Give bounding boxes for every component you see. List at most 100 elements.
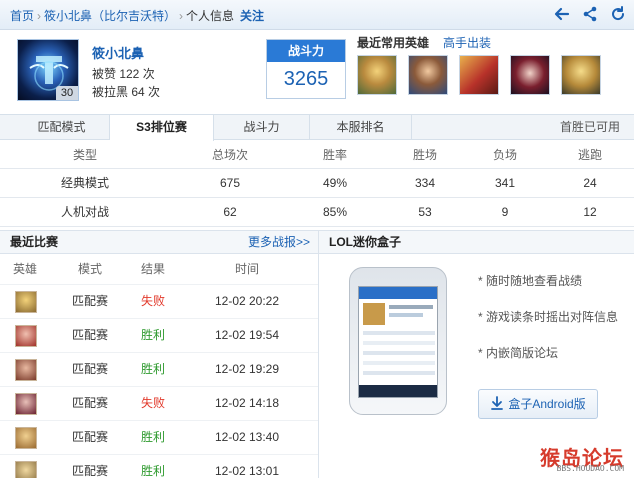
stats-cell: 675 [219, 176, 241, 190]
hero-icon [15, 393, 37, 415]
hero-portrait-5[interactable] [561, 55, 601, 95]
match-row[interactable]: 匹配赛 胜利 12-02 13:01 [0, 454, 318, 478]
match-result: 胜利 [140, 430, 165, 444]
stats-cell: 85% [322, 205, 348, 219]
match-time: 12-02 13:40 [214, 430, 280, 444]
stats-row: 人机对战 62 85% 53 9 12 [0, 198, 634, 227]
match-time: 12-02 13:01 [214, 464, 280, 478]
stats-cell: 53 [418, 205, 432, 219]
tab-power[interactable]: 战斗力 [214, 115, 310, 140]
match-result: 胜利 [140, 464, 165, 478]
match-mode: 匹配赛 [71, 396, 108, 410]
avatar: 30 [17, 39, 79, 101]
stats-table: 类型 总场次 胜率 胜场 负场 逃跑 经典模式 675 49% 334 341 … [0, 141, 634, 227]
phone-screen [358, 286, 438, 398]
tab-match-mode[interactable]: 匹配模式 [14, 115, 110, 140]
stats-cell: 334 [414, 176, 436, 190]
watermark-url: BBS.HOUDAO.COM [556, 464, 624, 473]
stats-cell: 341 [494, 176, 516, 190]
match-mode: 匹配赛 [71, 328, 108, 342]
minibox-feature: * 内嵌简版论坛 [478, 346, 559, 360]
stats-cell: 人机对战 [60, 205, 109, 219]
site-watermark: 猴岛论坛 BBS.HOUDAO.COM [512, 440, 630, 474]
match-result: 胜利 [140, 362, 165, 376]
hero-icon [15, 427, 37, 449]
match-mode: 匹配赛 [71, 294, 108, 308]
top-nav-bar: 首页 › 筱小北鼻（比尔吉沃特） › 个人信息 关注 [0, 0, 634, 30]
match-mode: 匹配赛 [71, 430, 108, 444]
recent-matches-title: 最近比赛 [10, 235, 59, 249]
minibox-title: LOL迷你盒子 [329, 235, 401, 249]
match-mode: 匹配赛 [71, 464, 108, 478]
download-android-button[interactable]: 盒子Android版 [478, 389, 598, 419]
likes-count: 被赞 122 次 [92, 67, 155, 81]
breadcrumb-player[interactable]: 筱小北鼻（比尔吉沃特） [44, 7, 176, 24]
match-time: 12-02 20:22 [214, 294, 280, 308]
match-result: 失败 [140, 396, 165, 410]
download-icon [491, 396, 504, 410]
stats-col-escapes: 逃跑 [577, 148, 602, 162]
match-row[interactable]: 匹配赛 胜利 12-02 19:54 [0, 318, 318, 352]
power-label: 战斗力 [267, 40, 345, 62]
minibox-feature: * 游戏读条时摇出对阵信息 [478, 310, 619, 324]
stats-header-row: 类型 总场次 胜率 胜场 负场 逃跑 [0, 141, 634, 169]
stats-cell: 49% [322, 176, 348, 190]
builds-link[interactable]: 高手出装 [443, 36, 491, 50]
tab-server-rank[interactable]: 本服排名 [310, 115, 412, 140]
stats-col-total: 总场次 [211, 148, 248, 162]
hero-portrait-4[interactable] [510, 55, 550, 95]
heroes-header: 最近常用英雄 高手出装 [357, 34, 491, 51]
hero-portrait-2[interactable] [408, 55, 448, 95]
stats-col-wins: 胜场 [412, 148, 437, 162]
more-reports-link[interactable]: 更多战报>> [248, 231, 310, 254]
stats-cell: 经典模式 [60, 176, 109, 190]
match-row[interactable]: 匹配赛 胜利 12-02 19:29 [0, 352, 318, 386]
stats-cell: 9 [501, 205, 509, 219]
heroes-title: 最近常用英雄 [357, 36, 430, 50]
hero-icon [15, 359, 37, 381]
first-win-status: 首胜已可用 [559, 120, 620, 134]
tab-s3-ranked[interactable]: S3排位赛 [110, 115, 214, 141]
match-row[interactable]: 匹配赛 胜利 12-02 13:40 [0, 420, 318, 454]
breadcrumb: 首页 › 筱小北鼻（比尔吉沃特） › 个人信息 关注 [10, 7, 264, 24]
hero-portraits [357, 55, 601, 95]
stats-cell: 24 [583, 176, 597, 190]
refresh-icon[interactable] [610, 6, 626, 22]
stats-col-losses: 负场 [492, 148, 517, 162]
match-result: 胜利 [140, 328, 165, 342]
share-icon[interactable] [582, 6, 598, 22]
profile-panel: 30 筱小北鼻 被赞 122 次 被拉黑 64 次 战斗力 3265 最近常用英… [0, 30, 634, 114]
breadcrumb-home[interactable]: 首页 [10, 7, 34, 24]
player-name: 筱小北鼻 [92, 46, 145, 61]
match-time: 12-02 19:29 [214, 362, 280, 376]
hero-icon [15, 461, 37, 478]
minibox-feature: * 随时随地查看战绩 [478, 274, 583, 288]
hero-portrait-1[interactable] [357, 55, 397, 95]
minibox-header: LOL迷你盒子 [319, 230, 634, 254]
hero-portrait-3[interactable] [459, 55, 499, 95]
follow-button[interactable]: 关注 [240, 7, 264, 24]
download-label: 盒子Android版 [508, 397, 586, 411]
match-mode: 匹配赛 [71, 362, 108, 376]
breadcrumb-separator: › [37, 9, 42, 23]
matches-col-hero: 英雄 [12, 262, 37, 276]
hero-icon [15, 291, 37, 313]
match-result: 失败 [140, 294, 165, 308]
power-value: 3265 [283, 68, 329, 90]
match-row[interactable]: 匹配赛 失败 12-02 20:22 [0, 284, 318, 318]
back-arrow-icon[interactable] [554, 6, 570, 22]
mode-tabs: 匹配模式 S3排位赛 战斗力 本服排名 首胜已可用 [0, 114, 634, 141]
blacklist-count: 被拉黑 64 次 [92, 85, 161, 99]
match-time: 12-02 19:54 [214, 328, 280, 342]
stats-col-rate: 胜率 [322, 148, 347, 162]
level-badge: 30 [56, 86, 78, 100]
matches-col-mode: 模式 [77, 262, 102, 276]
matches-header-row: 英雄 模式 结果 时间 [0, 255, 318, 283]
match-row[interactable]: 匹配赛 失败 12-02 14:18 [0, 386, 318, 420]
column-divider [318, 230, 319, 478]
stats-col-type: 类型 [72, 148, 97, 162]
match-time: 12-02 14:18 [214, 396, 280, 410]
breadcrumb-profile: 个人信息 [186, 9, 235, 23]
stats-row: 经典模式 675 49% 334 341 24 [0, 169, 634, 198]
stats-cell: 12 [583, 205, 597, 219]
